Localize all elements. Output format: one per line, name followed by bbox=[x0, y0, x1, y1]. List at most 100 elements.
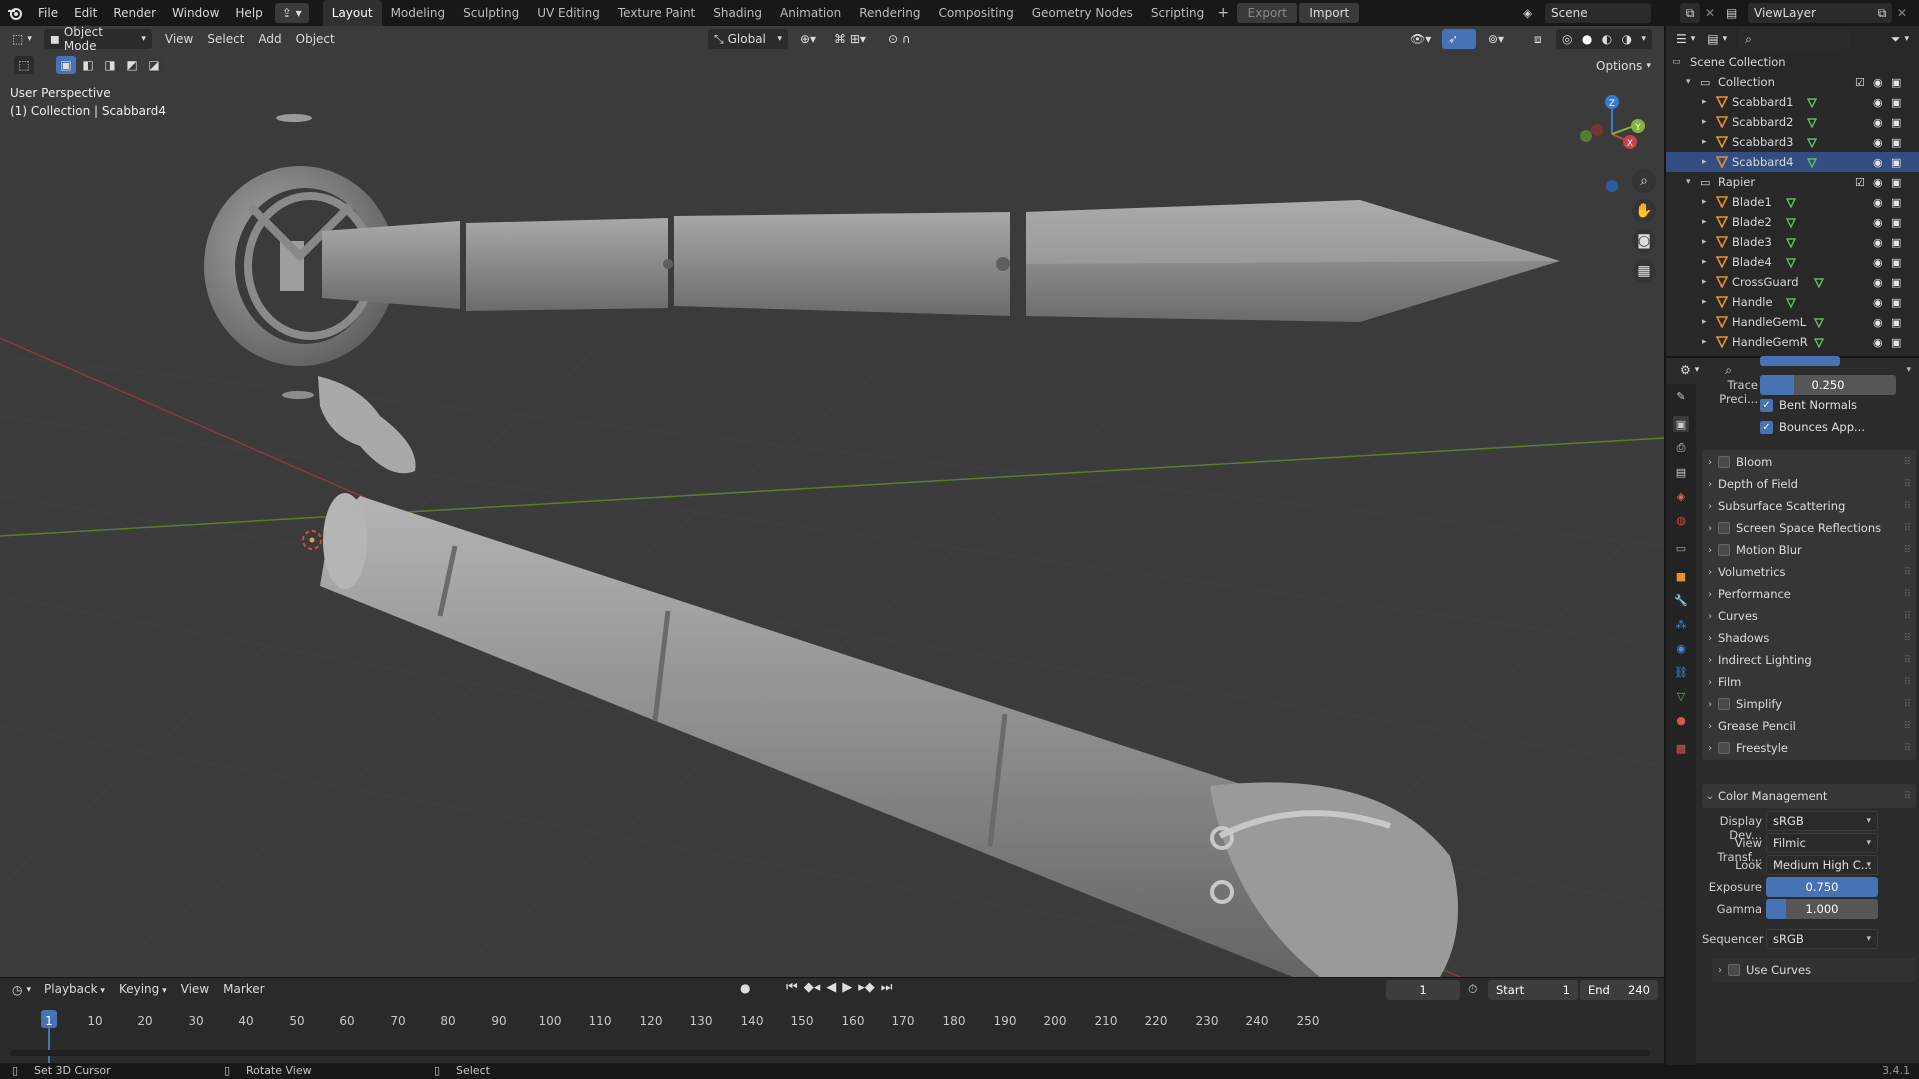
filter-icon[interactable]: ⏷ ▾ bbox=[1885, 29, 1915, 49]
camera-icon[interactable]: ▣ bbox=[1891, 76, 1901, 89]
drag-handle-icon[interactable]: ⠿ bbox=[1904, 677, 1911, 688]
properties-options-icon[interactable]: ▾ bbox=[1906, 365, 1911, 375]
chevron-right-icon[interactable]: ▸ bbox=[1702, 297, 1707, 307]
panel-simplify[interactable]: › Simplify ⠿ bbox=[1702, 692, 1916, 716]
outliner-item-scabbard2[interactable]: ▸ Scabbard2 ◉ ▣ bbox=[1666, 112, 1919, 132]
drag-handle-icon[interactable]: ⠿ bbox=[1904, 791, 1911, 802]
drag-handle-icon[interactable]: ⠿ bbox=[1904, 743, 1911, 754]
outliner[interactable]: ☰ ▾ ▤ ▾ ⌕ ⏷ ▾ ▭ Scene Collection ▾ ▭ Collection… bbox=[1664, 26, 1919, 356]
proportional-edit-icon[interactable]: ⊙ ∩ bbox=[882, 29, 930, 49]
panel-enable-checkbox[interactable] bbox=[1718, 544, 1730, 556]
panel-enable-checkbox[interactable] bbox=[1718, 742, 1730, 754]
chevron-right-icon[interactable]: ▸ bbox=[1702, 317, 1707, 327]
camera-icon[interactable]: ▣ bbox=[1891, 296, 1901, 309]
options-dropdown[interactable]: Options ▾ bbox=[1590, 56, 1657, 76]
panel-performance[interactable]: › Performance ⠿ bbox=[1702, 582, 1916, 606]
eye-icon[interactable]: ◉ bbox=[1873, 316, 1883, 329]
import-button[interactable]: Import bbox=[1299, 3, 1360, 23]
eye-icon[interactable]: ◉ bbox=[1873, 276, 1883, 289]
modifier-tab-icon[interactable]: 🔧 bbox=[1673, 592, 1689, 608]
drag-handle-icon[interactable]: ⠿ bbox=[1904, 567, 1911, 578]
data-tab-icon[interactable]: ▽ bbox=[1673, 688, 1689, 704]
eye-icon[interactable]: ◉ bbox=[1873, 176, 1883, 189]
camera-icon[interactable]: ▣ bbox=[1891, 176, 1901, 189]
tab-texture-paint[interactable]: Texture Paint bbox=[609, 0, 704, 26]
outliner-item-handlegeml[interactable]: ▸ HandleGemL ◉ ▣ bbox=[1666, 312, 1919, 332]
panel-indirect-lighting[interactable]: › Indirect Lighting ⠿ bbox=[1702, 648, 1916, 672]
checkbox-icon[interactable]: ☑ bbox=[1855, 176, 1865, 189]
outliner-scene-collection[interactable]: ▭ Scene Collection bbox=[1666, 52, 1919, 72]
select-intersect-icon[interactable]: ◪ bbox=[144, 56, 164, 74]
rendered-shading-icon[interactable]: ◑ bbox=[1622, 32, 1632, 46]
menu-edit[interactable]: Edit bbox=[66, 0, 105, 26]
drag-handle-icon[interactable]: ⠿ bbox=[1904, 501, 1911, 512]
exposure-field[interactable]: 0.750 bbox=[1766, 877, 1878, 897]
outliner-editor-icon[interactable]: ☰ ▾ bbox=[1670, 29, 1701, 49]
add-workspace-icon[interactable]: + bbox=[1213, 5, 1233, 21]
editor-type-dropdown[interactable]: ⬚ ▾ bbox=[6, 29, 38, 49]
camera-icon[interactable]: ▣ bbox=[1891, 236, 1901, 249]
snap-icon[interactable]: ⌘ ⊞▾ bbox=[828, 29, 876, 49]
zoom-icon[interactable]: ⌕ bbox=[1632, 169, 1656, 193]
camera-icon[interactable]: ▣ bbox=[1891, 216, 1901, 229]
outliner-item-handlegemr[interactable]: ▸ HandleGemR ◉ ▣ bbox=[1666, 332, 1919, 352]
eye-icon[interactable]: ◉ bbox=[1873, 216, 1883, 229]
tab-layout[interactable]: Layout bbox=[322, 0, 382, 26]
panel-screen-space-reflections[interactable]: › Screen Space Reflections ⠿ bbox=[1702, 516, 1916, 540]
visibility-icon[interactable]: 👁▾ bbox=[1404, 29, 1438, 49]
constraints-tab-icon[interactable]: ⛓ bbox=[1673, 664, 1689, 680]
panel-grease-pencil[interactable]: › Grease Pencil ⠿ bbox=[1702, 714, 1916, 738]
camera-icon[interactable]: ▣ bbox=[1891, 96, 1901, 109]
panel-subsurface-scattering[interactable]: › Subsurface Scattering ⠿ bbox=[1702, 494, 1916, 518]
camera-icon[interactable]: ▣ bbox=[1891, 256, 1901, 269]
menu-render[interactable]: Render bbox=[105, 0, 164, 26]
view-transform-dropdown[interactable]: Filmic ▾ bbox=[1766, 833, 1878, 853]
drag-handle-icon[interactable]: ⠿ bbox=[1904, 655, 1911, 666]
xray-icon[interactable]: ⧈ bbox=[1528, 29, 1552, 49]
bounces-approx-checkbox[interactable]: ✓ Bounces App... bbox=[1760, 420, 1865, 434]
camera-icon[interactable]: ▣ bbox=[1891, 116, 1901, 129]
panel-use-curves[interactable]: › Use Curves bbox=[1712, 958, 1916, 982]
look-dropdown[interactable]: Medium High C... ▾ bbox=[1766, 855, 1878, 875]
chevron-right-icon[interactable]: ▸ bbox=[1702, 97, 1707, 107]
wireframe-shading-icon[interactable]: ◎ bbox=[1562, 32, 1572, 46]
view-layer-tab-icon[interactable]: ▤ bbox=[1673, 464, 1689, 480]
outliner-collection-rapier[interactable]: ▾ ▭ Rapier ☑ ◉ ▣ bbox=[1666, 172, 1919, 192]
tab-sculpting[interactable]: Sculpting bbox=[454, 0, 528, 26]
panel-curves[interactable]: › Curves ⠿ bbox=[1702, 604, 1916, 628]
eye-icon[interactable]: ◉ bbox=[1873, 236, 1883, 249]
gizmo-toggle-icon[interactable]: ➶ bbox=[1442, 29, 1476, 49]
eye-icon[interactable]: ◉ bbox=[1873, 76, 1883, 89]
viewport-menu-view[interactable]: View bbox=[158, 26, 200, 52]
outliner-item-blade3[interactable]: ▸ Blade3 ◉ ▣ bbox=[1666, 232, 1919, 252]
drag-handle-icon[interactable]: ⠿ bbox=[1904, 633, 1911, 644]
scene-selector[interactable]: ◈ Scene bbox=[1523, 3, 1651, 23]
select-tool-icon[interactable]: ⬚ bbox=[14, 56, 34, 74]
output-tab-icon[interactable]: ⎙ bbox=[1673, 440, 1689, 456]
panel-depth-of-field[interactable]: › Depth of Field ⠿ bbox=[1702, 472, 1916, 496]
timeline[interactable]: ◷ ▾ Playback ▾ Keying ▾ View Marker ● ⏮ ◆◂ ◀… bbox=[0, 977, 1664, 1064]
panel-shadows[interactable]: › Shadows ⠿ bbox=[1702, 626, 1916, 650]
panel-enable-checkbox[interactable] bbox=[1718, 456, 1730, 468]
camera-icon[interactable]: ▣ bbox=[1891, 276, 1901, 289]
tab-scripting[interactable]: Scripting bbox=[1142, 0, 1213, 26]
perspective-grid-icon[interactable]: ▦ bbox=[1632, 259, 1656, 283]
tab-geometry-nodes[interactable]: Geometry Nodes bbox=[1023, 0, 1142, 26]
outliner-item-blade2[interactable]: ▸ Blade2 ◉ ▣ bbox=[1666, 212, 1919, 232]
panel-bloom[interactable]: › Bloom ⠿ bbox=[1702, 450, 1916, 474]
chevron-right-icon[interactable]: ▸ bbox=[1702, 337, 1707, 347]
physics-tab-icon[interactable]: ◉ bbox=[1673, 640, 1689, 656]
eye-icon[interactable]: ◉ bbox=[1873, 256, 1883, 269]
chevron-right-icon[interactable]: ▸ bbox=[1702, 237, 1707, 247]
drag-handle-icon[interactable]: ⠿ bbox=[1904, 699, 1911, 710]
display-device-dropdown[interactable]: sRGB ▾ bbox=[1766, 811, 1878, 831]
particles-tab-icon[interactable]: ⁂ bbox=[1673, 616, 1689, 632]
use-curves-checkbox[interactable] bbox=[1728, 964, 1740, 976]
delete-scene-icon[interactable]: ✕ bbox=[1703, 3, 1717, 23]
drag-handle-icon[interactable]: ⠿ bbox=[1904, 589, 1911, 600]
viewport-menu-select[interactable]: Select bbox=[200, 26, 251, 52]
display-mode-icon[interactable]: ▤ ▾ bbox=[1701, 29, 1733, 49]
viewport-menu-object[interactable]: Object bbox=[289, 26, 342, 52]
tool-tab-icon[interactable]: ✎ bbox=[1673, 388, 1689, 404]
camera-icon[interactable]: ◙ bbox=[1632, 229, 1656, 253]
